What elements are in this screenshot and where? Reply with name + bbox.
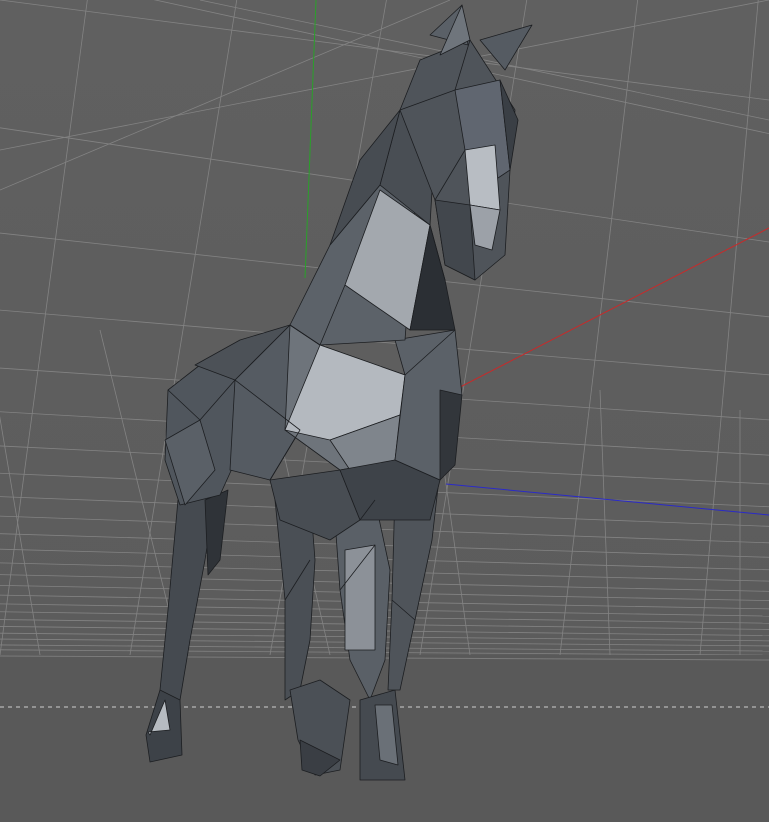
3d-viewport[interactable]	[0, 0, 769, 822]
viewport-scene[interactable]	[0, 0, 769, 822]
mesh-face	[344, 544, 376, 651]
mesh-face	[464, 144, 501, 211]
